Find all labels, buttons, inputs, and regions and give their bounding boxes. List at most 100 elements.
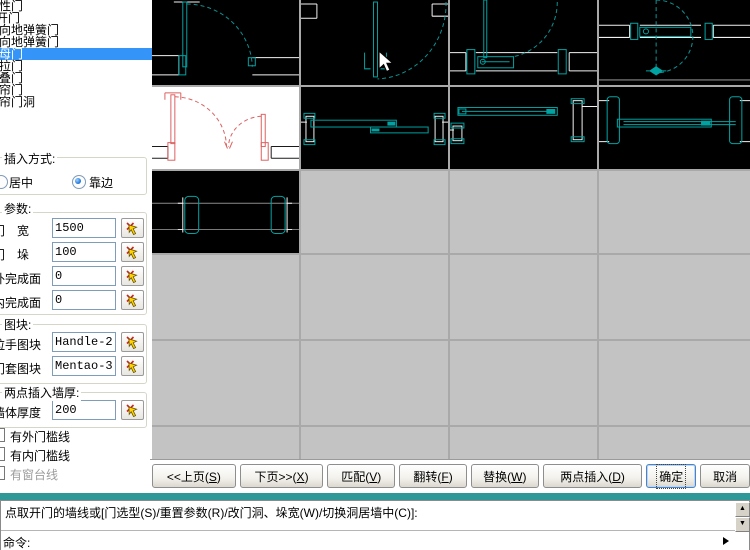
match-button-label: 匹配(V): [339, 465, 383, 488]
scroll-up-icon[interactable]: ▲: [735, 502, 750, 517]
ok-button[interactable]: 确定: [646, 464, 696, 488]
door-type-item[interactable]: 卷帘门洞: [0, 96, 152, 108]
preview-empty: [301, 255, 448, 339]
command-hscroll-icon[interactable]: [723, 537, 729, 545]
insert-mode-group-label: 插入方式:: [2, 150, 57, 167]
mouse-cursor-icon: [378, 50, 394, 74]
radio-edge-label: 靠边: [89, 174, 113, 191]
preview-sliding-door-1[interactable]: [301, 87, 448, 169]
pick-button[interactable]: [121, 242, 144, 262]
frame-block-row: 门套图块: [0, 356, 152, 378]
flip-button[interactable]: 翻转(F): [399, 464, 467, 488]
preview-double-acting-door[interactable]: [599, 0, 750, 85]
door-pier-input[interactable]: [52, 242, 116, 262]
checkbox-label: 有外门槛线: [10, 428, 70, 445]
door-pier-label: 门 垛: [0, 246, 51, 263]
blocks-group-label: 图块:: [2, 316, 33, 333]
door-type-list[interactable]: 弹性门平开门单向地弹簧门双向地弹簧门子母门推拉门折叠门卷帘门卷帘门洞: [0, 0, 152, 144]
preview-empty: [301, 171, 448, 253]
cancel-button-label: 取消: [711, 465, 739, 488]
radio-edge[interactable]: [72, 175, 86, 189]
replace-button-label: 替换(W): [481, 465, 528, 488]
preview-door-opening[interactable]: [152, 171, 299, 253]
flip-button-label: 翻转(F): [411, 465, 454, 488]
pick-button[interactable]: [121, 356, 144, 376]
preview-empty: [152, 255, 299, 339]
preview-sliding-door-2[interactable]: [450, 87, 597, 169]
next-page-button[interactable]: 下页>>(X): [240, 464, 324, 488]
pick-button[interactable]: [121, 266, 144, 286]
preview-swing-door-3[interactable]: [450, 0, 597, 85]
preview-empty: [450, 255, 597, 339]
door-type-item[interactable]: 弹性门: [0, 0, 152, 12]
preview-swing-door-1[interactable]: [152, 0, 299, 85]
scroll-down-icon[interactable]: ▼: [735, 517, 750, 532]
frame-block-input[interactable]: [52, 356, 116, 376]
outer-finish-input[interactable]: [52, 266, 116, 286]
preview-empty: [301, 427, 448, 459]
preview-empty: [301, 341, 448, 425]
checkbox-row: 有外门槛线: [0, 428, 152, 443]
pick-from-drawing-icon: [125, 221, 140, 236]
inner-finish-input[interactable]: [52, 290, 116, 310]
handle-block-row: 拉手图块: [0, 332, 152, 354]
handle-block-input[interactable]: [52, 332, 116, 352]
pick-button[interactable]: [121, 400, 144, 420]
door-width-label: 门 宽: [0, 222, 51, 239]
pick-button[interactable]: [121, 332, 144, 352]
handle-block-label: 拉手图块: [0, 336, 51, 353]
command-line[interactable]: 命令:: [3, 534, 30, 550]
pick-button[interactable]: [121, 218, 144, 238]
preview-sliding-door-3[interactable]: [599, 87, 750, 169]
checkbox-label: 有内门槛线: [10, 447, 70, 464]
wall-thickness-row: 墙体厚度: [0, 400, 152, 422]
preview-empty: [599, 427, 750, 459]
checkbox: [0, 466, 5, 480]
preview-swing-door-2[interactable]: [301, 0, 448, 85]
outer-finish-label: 外完成面: [0, 270, 51, 287]
frame-block-label: 门套图块: [0, 360, 51, 377]
wall-group-label: 两点插入墙厚:: [2, 384, 81, 401]
cancel-button[interactable]: 取消: [700, 464, 750, 488]
pick-from-drawing-icon: [125, 335, 140, 350]
door-pier-row: 门 垛: [0, 242, 152, 264]
checkbox[interactable]: [0, 447, 5, 461]
two-point-insert-button-label: 两点插入(D): [558, 465, 627, 488]
wall-thickness-input[interactable]: [52, 400, 116, 420]
checkbox-row: 有内门槛线: [0, 447, 152, 462]
checkbox[interactable]: [0, 428, 5, 442]
ok-button-label: 确定: [657, 465, 685, 488]
checkbox-row: 有窗台线: [0, 466, 152, 481]
inner-finish-label: 内完成面: [0, 294, 51, 311]
params-group-label: 参数:: [2, 200, 33, 217]
two-point-insert-button[interactable]: 两点插入(D): [543, 464, 643, 488]
pick-from-drawing-icon: [125, 403, 140, 418]
prev-page-button[interactable]: <<上页(S): [152, 464, 236, 488]
checkbox-label: 有窗台线: [10, 466, 58, 483]
pick-from-drawing-icon: [125, 245, 140, 260]
command-scrollbar[interactable]: ▲ ▼: [735, 502, 748, 530]
window-divider: [0, 493, 750, 500]
next-page-button-label: 下页>>(X): [253, 465, 311, 488]
wall-thickness-label: 墙体厚度: [0, 404, 51, 421]
door-width-input[interactable]: [52, 218, 116, 238]
command-prompt: 点取开门的墙线或[门选型(S)/重置参数(R)/改门洞、垛宽(W)/切换洞居墙中…: [5, 504, 418, 521]
preview-empty: [450, 171, 597, 253]
command-window[interactable]: 点取开门的墙线或[门选型(S)/重置参数(R)/改门洞、垛宽(W)/切换洞居墙中…: [0, 500, 750, 550]
button-bar: <<上页(S) 下页>>(X) 匹配(V) 翻转(F) 替换(W) 两点插入(D) 确定 取消: [150, 459, 750, 493]
preview-empty: [599, 255, 750, 339]
match-button[interactable]: 匹配(V): [327, 464, 395, 488]
inner-finish-row: 内完成面: [0, 290, 152, 312]
door-insert-dialog: 弹性门平开门单向地弹簧门双向地弹簧门子母门推拉门折叠门卷帘门卷帘门洞 插入方式:…: [0, 0, 750, 550]
pick-button[interactable]: [121, 290, 144, 310]
radio-center-label: 居中: [9, 174, 33, 191]
preview-mother-child-door[interactable]: [152, 87, 299, 169]
sidebar: 弹性门平开门单向地弹簧门双向地弹簧门子母门推拉门折叠门卷帘门卷帘门洞 插入方式:…: [0, 0, 152, 493]
replace-button[interactable]: 替换(W): [471, 464, 539, 488]
preview-empty: [450, 427, 597, 459]
preview-grid: [152, 0, 750, 459]
preview-empty: [450, 341, 597, 425]
pick-from-drawing-icon: [125, 269, 140, 284]
outer-finish-row: 外完成面: [0, 266, 152, 288]
command-divider: [1, 530, 749, 531]
